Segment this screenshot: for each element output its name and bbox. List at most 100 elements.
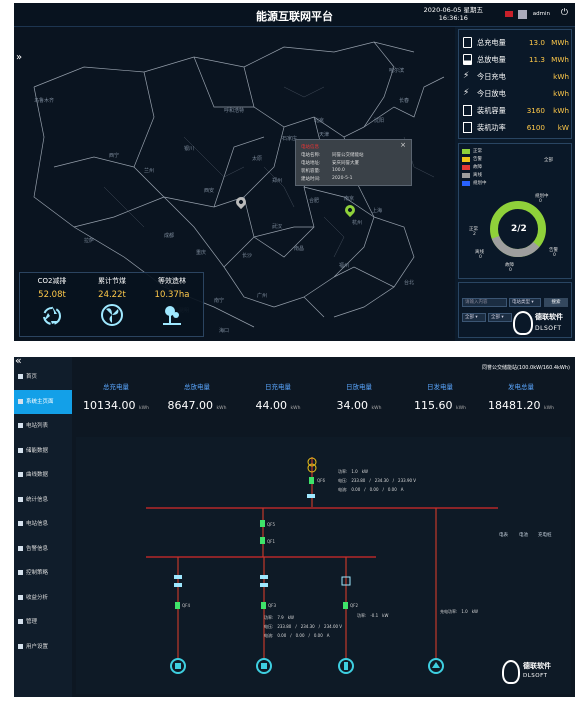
legend-swatch xyxy=(462,149,470,154)
kpi-unit: MWh xyxy=(551,55,569,64)
city-label: 天津 xyxy=(319,132,330,138)
flag-icon[interactable] xyxy=(505,11,513,17)
popup-label: 电站名称: xyxy=(301,153,321,158)
city-label: 广州 xyxy=(257,293,268,299)
kpi-unit: MWh xyxy=(551,38,569,47)
sidebar-item-stats[interactable]: 统计信息 xyxy=(14,488,72,512)
city-label: 上海 xyxy=(372,208,383,214)
popup-value: 安庆同誉大厦 xyxy=(332,161,359,166)
avatar[interactable] xyxy=(518,10,527,19)
battery-device-icon xyxy=(175,663,181,669)
popup-value: 同誉公交储能站 xyxy=(332,153,364,158)
legend-planned[interactable]: 规划中 xyxy=(462,181,542,188)
city-label: 银川 xyxy=(184,146,195,152)
sidebar-item-home[interactable]: 首页 xyxy=(14,365,72,389)
breaker-qf6 xyxy=(309,477,314,484)
revenue-icon xyxy=(18,594,23,600)
region-select[interactable]: 全部 ▾ xyxy=(488,313,512,322)
close-icon[interactable]: × xyxy=(400,141,406,149)
meter-icon xyxy=(260,575,268,579)
donut-count: 0 xyxy=(539,199,542,204)
meter-current: 电流: 0.00 / 0.00 / 0.00 A xyxy=(338,487,404,492)
recycle-icon xyxy=(43,306,61,325)
page-title: 能源互联网平台 xyxy=(256,10,333,23)
sidebar-item-server[interactable]: 系统主页面 xyxy=(14,389,72,414)
sidebar-item-control[interactable]: 控制策略 xyxy=(14,561,72,585)
wiring-svg xyxy=(146,457,498,674)
pv-device-icon xyxy=(432,662,440,668)
charge-power: 充电功率: 1.0 kW xyxy=(440,609,478,614)
sidebar-item-manage[interactable]: 管理 xyxy=(14,610,72,634)
donut-all-label: 全部 xyxy=(544,158,553,163)
power-icon xyxy=(463,122,472,133)
sidebar-item-alarm[interactable]: 告警信息 xyxy=(14,537,72,561)
sidebar-item-wrench[interactable]: 电站信息 xyxy=(14,512,72,536)
logo-text: 德联软件 xyxy=(523,662,551,670)
city-label: 拉萨 xyxy=(84,238,95,244)
popup-value: 100.0 xyxy=(332,168,345,173)
kpi-unit: kWh xyxy=(553,89,569,98)
sidebar-item-label: 电站列表 xyxy=(26,423,49,429)
stat-unit: kWh xyxy=(456,406,466,411)
cabinet-device-icon xyxy=(261,663,267,669)
kpi-row: 装机容量 3160 kWh xyxy=(459,104,573,120)
sidebar-item-label: 储能数据 xyxy=(26,447,49,454)
stat-unit: kWh xyxy=(290,406,301,411)
kpi-value: 6100 xyxy=(526,123,545,132)
control-icon xyxy=(18,570,23,575)
sidebar-item-user[interactable]: 用户设置 xyxy=(14,635,72,659)
legend-warning[interactable]: 告警 xyxy=(462,157,542,164)
sidebar-item-storage[interactable]: 储能数据 xyxy=(14,439,72,463)
kpi-unit: kW xyxy=(557,123,569,132)
city-label: 成都 xyxy=(164,233,175,239)
stat-label: 日充电量 xyxy=(265,383,291,391)
select-value: 电站类型 xyxy=(512,300,530,305)
storage-icon xyxy=(18,447,23,453)
kpi-row: ⚡ 今日充电 kWh xyxy=(459,70,573,86)
stat-unit: kWh xyxy=(544,406,554,411)
meter-power: 功率: -0.1 kW xyxy=(357,613,389,618)
kpi-value: 13.0 xyxy=(528,38,545,47)
legend-offline[interactable]: 离线 xyxy=(462,173,542,180)
city-label: 哈尔滨 xyxy=(389,68,405,74)
legend-swatch xyxy=(462,157,470,162)
search-button[interactable]: 搜索 xyxy=(544,298,568,307)
expand-sidebar-icon[interactable]: » xyxy=(16,52,22,63)
station-search-input[interactable]: 请输入内容 xyxy=(462,298,507,307)
eco-value: 52.08t xyxy=(38,290,66,300)
stat-card: 日发电量 115.60 kWh xyxy=(400,381,480,412)
logo-subtext: DLSOFT xyxy=(535,325,562,332)
power-off-icon[interactable]: ⏻ xyxy=(561,8,568,18)
legend-normal[interactable]: 正常 xyxy=(462,149,542,156)
username[interactable]: admin xyxy=(533,11,550,17)
stat-value: 10134.00 xyxy=(83,399,136,412)
charger-device-icon xyxy=(344,662,348,670)
logo-mark xyxy=(502,660,520,684)
legend-fault[interactable]: 故障 xyxy=(462,165,542,172)
stat-value-row: 115.60 kWh xyxy=(400,399,480,412)
sidebar-item-plug[interactable]: 电站列表 xyxy=(14,414,72,438)
city-label: 南京 xyxy=(344,196,355,202)
breaker-label: QF4 xyxy=(182,603,190,608)
legend-label: 正常 xyxy=(473,149,482,154)
wrench-icon xyxy=(18,521,23,526)
stat-value: 8647.00 xyxy=(167,399,214,412)
sidebar-item-chart[interactable]: 曲线数据 xyxy=(14,463,72,487)
station-type-select[interactable]: 电站类型 ▾ xyxy=(509,298,541,307)
stat-unit: kWh xyxy=(216,406,227,411)
select-value: 全部 xyxy=(465,315,474,320)
stat-value: 34.00 xyxy=(336,399,369,412)
collapse-sidebar-icon[interactable]: « xyxy=(14,357,72,366)
city-label: 重庆 xyxy=(196,250,207,256)
bolt-icon: ⚡ xyxy=(463,71,470,81)
home-icon xyxy=(18,374,23,379)
stat-value-row: 44.00 kWh xyxy=(238,399,318,412)
kpi-row: 总放电量 11.3 MWh xyxy=(459,53,573,69)
stat-label: 日发电量 xyxy=(427,383,453,391)
kpi-value: 3160 xyxy=(526,106,545,115)
status-select[interactable]: 全部 ▾ xyxy=(462,313,486,322)
city-label: 北京 xyxy=(314,118,325,124)
kpi-unit: kWh xyxy=(553,72,569,81)
city-label: 郑州 xyxy=(272,178,283,184)
sidebar-item-revenue[interactable]: 收益分析 xyxy=(14,586,72,610)
